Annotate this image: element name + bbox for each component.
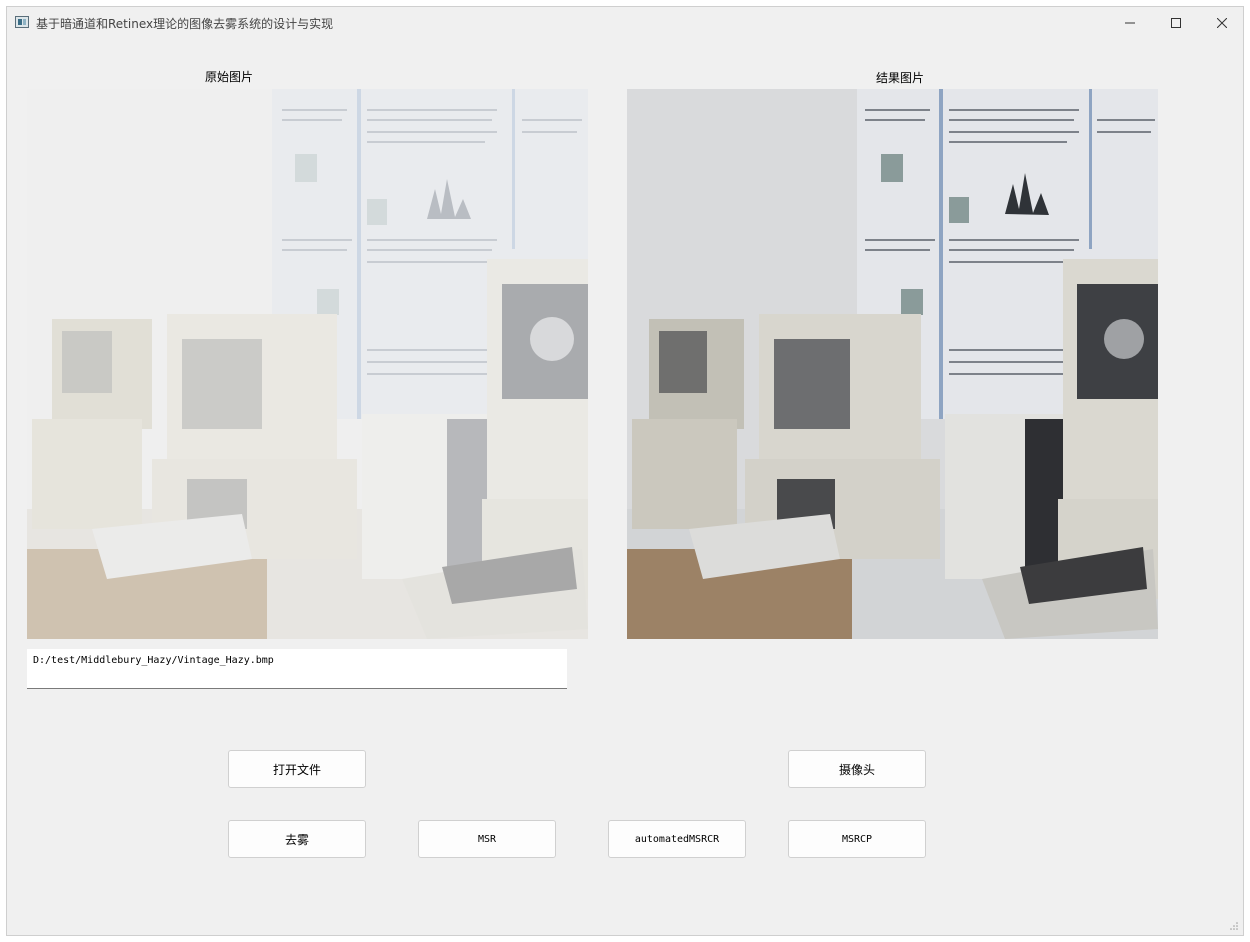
app-icon	[15, 16, 29, 28]
maximize-icon	[1171, 18, 1181, 28]
msrcp-button[interactable]: MSRCP	[788, 820, 926, 858]
open-file-button[interactable]: 打开文件	[228, 750, 366, 788]
window-title: 基于暗通道和Retinex理论的图像去雾系统的设计与实现	[36, 17, 334, 31]
dehaze-button[interactable]: 去雾	[228, 820, 366, 858]
result-image	[627, 89, 1158, 639]
original-image	[27, 89, 588, 639]
original-image-label: 原始图片	[205, 70, 254, 84]
close-button[interactable]	[1199, 7, 1245, 39]
camera-button[interactable]: 摄像头	[788, 750, 926, 788]
title-bar[interactable]: 基于暗通道和Retinex理论的图像去雾系统的设计与实现	[7, 7, 1243, 39]
maximize-button[interactable]	[1153, 7, 1199, 39]
result-image-label: 结果图片	[876, 71, 925, 85]
close-icon	[1217, 18, 1227, 28]
minimize-icon	[1125, 22, 1135, 24]
minimize-button[interactable]	[1107, 7, 1153, 39]
msr-button[interactable]: MSR	[418, 820, 556, 858]
file-path-field[interactable]: D:/test/Middlebury_Hazy/Vintage_Hazy.bmp	[27, 649, 567, 689]
automated-msrcr-button[interactable]: automatedMSRCR	[608, 820, 746, 858]
resize-grip-icon[interactable]	[1229, 921, 1239, 931]
main-window: 基于暗通道和Retinex理论的图像去雾系统的设计与实现 原始图片 结果图片 D…	[6, 6, 1244, 936]
